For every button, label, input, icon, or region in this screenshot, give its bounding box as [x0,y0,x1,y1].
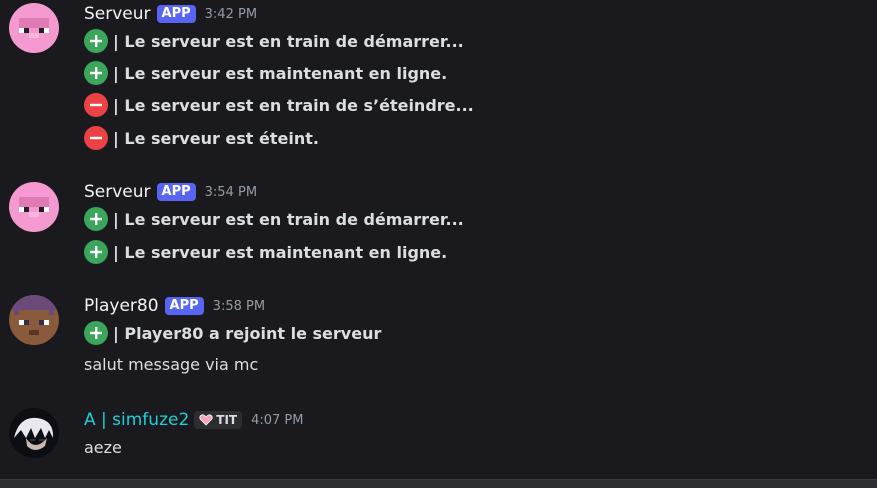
message-text: | Le serveur est éteint. [113,128,319,148]
message-header: A | simfuze2 TIT 4:07 PM [84,408,304,432]
avatar[interactable] [9,3,59,53]
avatar[interactable] [9,295,59,345]
message-text: | Player80 a rejoint le serveur [113,323,382,343]
app-badge: APP [164,297,204,315]
role-tag-label: TIT [216,413,238,427]
message-text: | Le serveur est en train de démarrer... [113,31,464,51]
timestamp[interactable]: 3:54 PM [205,185,257,200]
player-skin-avatar-icon [9,295,59,345]
message-line: | Le serveur est en train de démarrer... [84,205,464,233]
role-tag[interactable]: TIT [194,411,243,429]
message-line: | Le serveur est éteint. [84,124,319,152]
plus-icon [84,29,108,53]
author-name[interactable]: A | simfuze2 [84,410,189,430]
message-line: | Le serveur est maintenant en ligne. [84,238,447,266]
anime-character-avatar-icon [9,408,59,458]
plus-icon [84,207,108,231]
timestamp[interactable]: 3:42 PM [205,7,257,22]
message-line: | Le serveur est maintenant en ligne. [84,59,447,87]
message-header: Serveur APP 3:42 PM [84,2,257,26]
heart-icon [199,414,213,426]
app-badge: APP [156,183,196,201]
message-line: | Le serveur est en train de démarrer... [84,27,464,55]
avatar[interactable] [9,182,59,232]
plus-icon [84,61,108,85]
message-text: aeze [84,438,122,457]
message-header: Serveur APP 3:54 PM [84,180,257,204]
message-text: | Le serveur est en train de démarrer... [113,209,464,229]
plus-icon [84,240,108,264]
message-text: | Le serveur est en train de s’éteindre.… [113,95,474,115]
message-header: Player80 APP 3:58 PM [84,294,265,318]
author-name[interactable]: Serveur [84,182,151,202]
author-name[interactable]: Serveur [84,4,151,24]
pig-skin-avatar-icon [9,182,59,232]
timestamp[interactable]: 3:58 PM [213,299,265,314]
message-text: salut message via mc [84,355,259,374]
message-line: | Le serveur est en train de s’éteindre.… [84,91,474,119]
pig-skin-avatar-icon [9,3,59,53]
message-input-edge[interactable] [0,479,877,488]
message-text: | Le serveur est maintenant en ligne. [113,242,448,262]
plus-icon [84,321,108,345]
minus-icon [84,126,108,150]
message-text: | Le serveur est maintenant en ligne. [113,63,448,83]
minus-icon [84,93,108,117]
app-badge: APP [156,5,196,23]
author-name[interactable]: Player80 [84,296,159,316]
avatar[interactable] [9,408,59,458]
timestamp[interactable]: 4:07 PM [251,413,303,428]
message-line: | Player80 a rejoint le serveur [84,319,381,347]
